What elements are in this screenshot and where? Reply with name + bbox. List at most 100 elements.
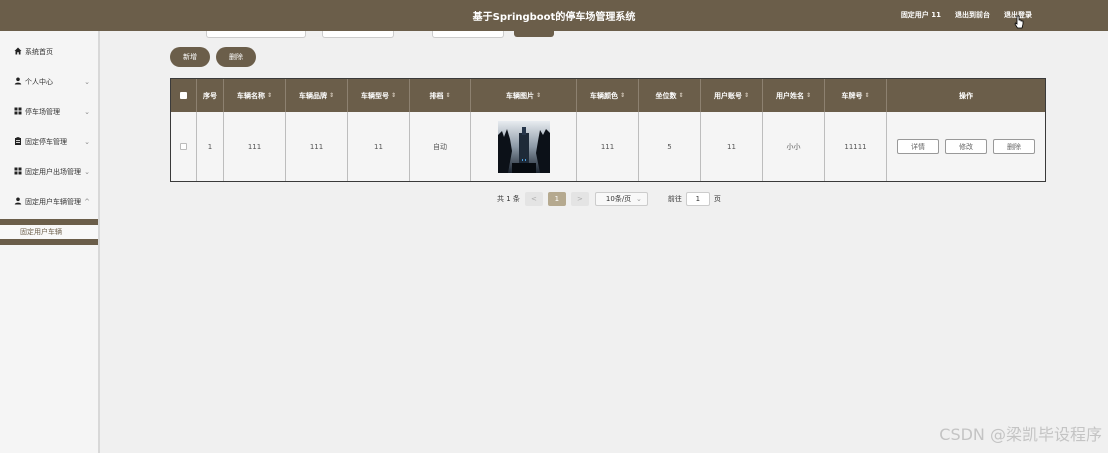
pagination: 共 1 条 < 1 > 10条/页 ⌄ 前往 1 页 [497, 192, 721, 206]
chevron-down-icon: ⌄ [84, 108, 90, 116]
chevron-up-icon: ^ [84, 198, 90, 206]
col-header-name[interactable]: 车辆名称 ⇕ [224, 79, 286, 112]
col-header-label: 用户账号 [713, 91, 742, 100]
sidebar-item-fixed-user-exit[interactable]: 固定用户出场管理 ⌄ [0, 157, 98, 187]
sidebar-item-label: 个人中心 [25, 78, 53, 86]
col-header-plate[interactable]: 车牌号 ⇕ [825, 79, 887, 112]
chevron-down-icon: ⌄ [84, 138, 90, 146]
page-size-value: 10条/页 [605, 195, 632, 203]
sort-icon[interactable]: ⇕ [620, 92, 625, 99]
col-header-label: 车辆图片 [505, 91, 534, 100]
col-header-gear[interactable]: 排档 ⇕ [410, 79, 471, 112]
clipboard-icon [13, 137, 22, 147]
home-icon [13, 47, 22, 57]
sidebar-item-fixed-user-vehicle[interactable]: 固定用户车辆管理 ^ [0, 187, 98, 217]
col-header-label: 车辆品牌 [298, 91, 327, 100]
row-select-cell [171, 112, 197, 181]
watermark: CSDN @梁凯毕设程序 [939, 425, 1102, 444]
sidebar-subitem-fixed-user-vehicle[interactable]: 固定用户车辆 [0, 225, 98, 239]
prev-page-button[interactable]: < [524, 192, 543, 206]
chevron-down-icon: ⌄ [84, 168, 90, 176]
search-field[interactable] [322, 31, 394, 38]
next-page-button[interactable]: > [570, 192, 589, 206]
cell-seats: 5 [639, 112, 701, 181]
detail-button[interactable]: 详情 [897, 139, 939, 154]
col-header-account[interactable]: 用户账号 ⇕ [701, 79, 763, 112]
sidebar-item-label: 固定用户出场管理 [25, 168, 81, 176]
vehicle-table: 序号 车辆名称 ⇕ 车辆品牌 ⇕ 车辆型号 ⇕ 排档 ⇕ 车辆图片 ⇕ 车辆颜色 ⇕ 坐位数… [170, 78, 1046, 182]
col-header-label: 操作 [959, 91, 973, 100]
goto-page-input[interactable]: 1 [685, 192, 710, 206]
sort-icon[interactable]: ⇕ [445, 92, 450, 99]
col-header-label: 坐位数 [655, 91, 677, 100]
sort-icon[interactable]: ⇕ [391, 92, 396, 99]
search-button[interactable] [514, 31, 554, 37]
pagination-total: 共 1 条 [497, 195, 520, 203]
submenu-divider [0, 239, 98, 245]
page-number-button[interactable]: 1 [547, 192, 566, 206]
grid-icon [13, 107, 22, 117]
col-header-brand[interactable]: 车辆品牌 ⇕ [286, 79, 348, 112]
sidebar-item-home[interactable]: 系统首页 [0, 37, 98, 67]
col-header-username[interactable]: 用户姓名 ⇕ [763, 79, 825, 112]
cell-color: 111 [577, 112, 639, 181]
select-all-cell [171, 79, 197, 112]
user-icon [13, 197, 22, 207]
sort-icon[interactable]: ⇕ [744, 92, 749, 99]
col-header-label: 车辆型号 [360, 91, 389, 100]
row-checkbox[interactable] [180, 143, 187, 150]
select-all-checkbox[interactable] [180, 92, 187, 99]
col-header-image[interactable]: 车辆图片 ⇕ [471, 79, 577, 112]
chevron-down-icon: ⌄ [84, 78, 90, 86]
sort-icon[interactable]: ⇕ [267, 92, 272, 99]
col-header-label: 车辆名称 [236, 91, 265, 100]
sidebar-item-fixed-parking[interactable]: 固定停车管理 ⌄ [0, 127, 98, 157]
page-size-select[interactable]: 10条/页 ⌄ [594, 192, 648, 206]
back-to-front-link[interactable]: 退出到前台 [955, 10, 990, 20]
sidebar: 系统首页 个人中心 ⌄ 停车场管理 ⌄ 固定停车管理 ⌄ 固定用户出场管理 ⌄ … [0, 31, 100, 453]
sort-icon[interactable]: ⇕ [536, 92, 541, 99]
edit-button[interactable]: 修改 [945, 139, 987, 154]
sort-icon[interactable]: ⇕ [864, 92, 869, 99]
sidebar-item-label: 固定停车管理 [25, 138, 67, 146]
batch-delete-button[interactable]: 删除 [216, 47, 256, 67]
delete-button[interactable]: 删除 [993, 139, 1035, 154]
cell-username: 小小 [763, 112, 825, 181]
sort-icon[interactable]: ⇕ [806, 92, 811, 99]
cell-model: 11 [348, 112, 410, 181]
col-header-actions: 操作 [887, 79, 1045, 112]
add-button[interactable]: 新增 [170, 47, 210, 67]
col-header-label: 排档 [429, 91, 444, 100]
vehicle-image[interactable] [497, 120, 550, 173]
col-header-model[interactable]: 车辆型号 ⇕ [348, 79, 410, 112]
sort-icon[interactable]: ⇕ [329, 92, 334, 99]
sidebar-item-label: 停车场管理 [25, 108, 60, 116]
mouse-cursor-icon [1014, 15, 1024, 29]
cell-name: 111 [224, 112, 286, 181]
sidebar-item-parking-lot[interactable]: 停车场管理 ⌄ [0, 97, 98, 127]
current-user-label: 固定用户 11 [900, 11, 941, 19]
chevron-down-icon: ⌄ [636, 195, 642, 203]
col-header-label: 车辆颜色 [589, 91, 618, 100]
sort-icon[interactable]: ⇕ [678, 92, 683, 99]
cell-brand: 111 [286, 112, 348, 181]
search-field[interactable] [206, 31, 306, 38]
col-header-seats[interactable]: 坐位数 ⇕ [639, 79, 701, 112]
goto-label: 前往 [667, 195, 682, 203]
cell-plate: 11111 [825, 112, 887, 181]
col-header-label: 用户姓名 [775, 91, 804, 100]
col-header-color[interactable]: 车辆颜色 ⇕ [577, 79, 639, 112]
search-field[interactable] [432, 31, 504, 38]
header-links: 固定用户 11 退出到前台 退出登录 [901, 10, 1032, 20]
sidebar-item-personal-center[interactable]: 个人中心 ⌄ [0, 67, 98, 97]
cell-account: 11 [701, 112, 763, 181]
col-header-index: 序号 [197, 79, 224, 112]
sidebar-item-label: 固定用户车辆管理 [25, 198, 81, 206]
cell-index: 1 [197, 112, 224, 181]
cell-gear: 自动 [410, 112, 471, 181]
grid-icon [13, 167, 22, 177]
user-icon [13, 77, 22, 87]
sidebar-item-label: 系统首页 [25, 48, 53, 56]
page-suffix-label: 页 [713, 195, 721, 203]
col-header-label: 车牌号 [841, 91, 863, 100]
